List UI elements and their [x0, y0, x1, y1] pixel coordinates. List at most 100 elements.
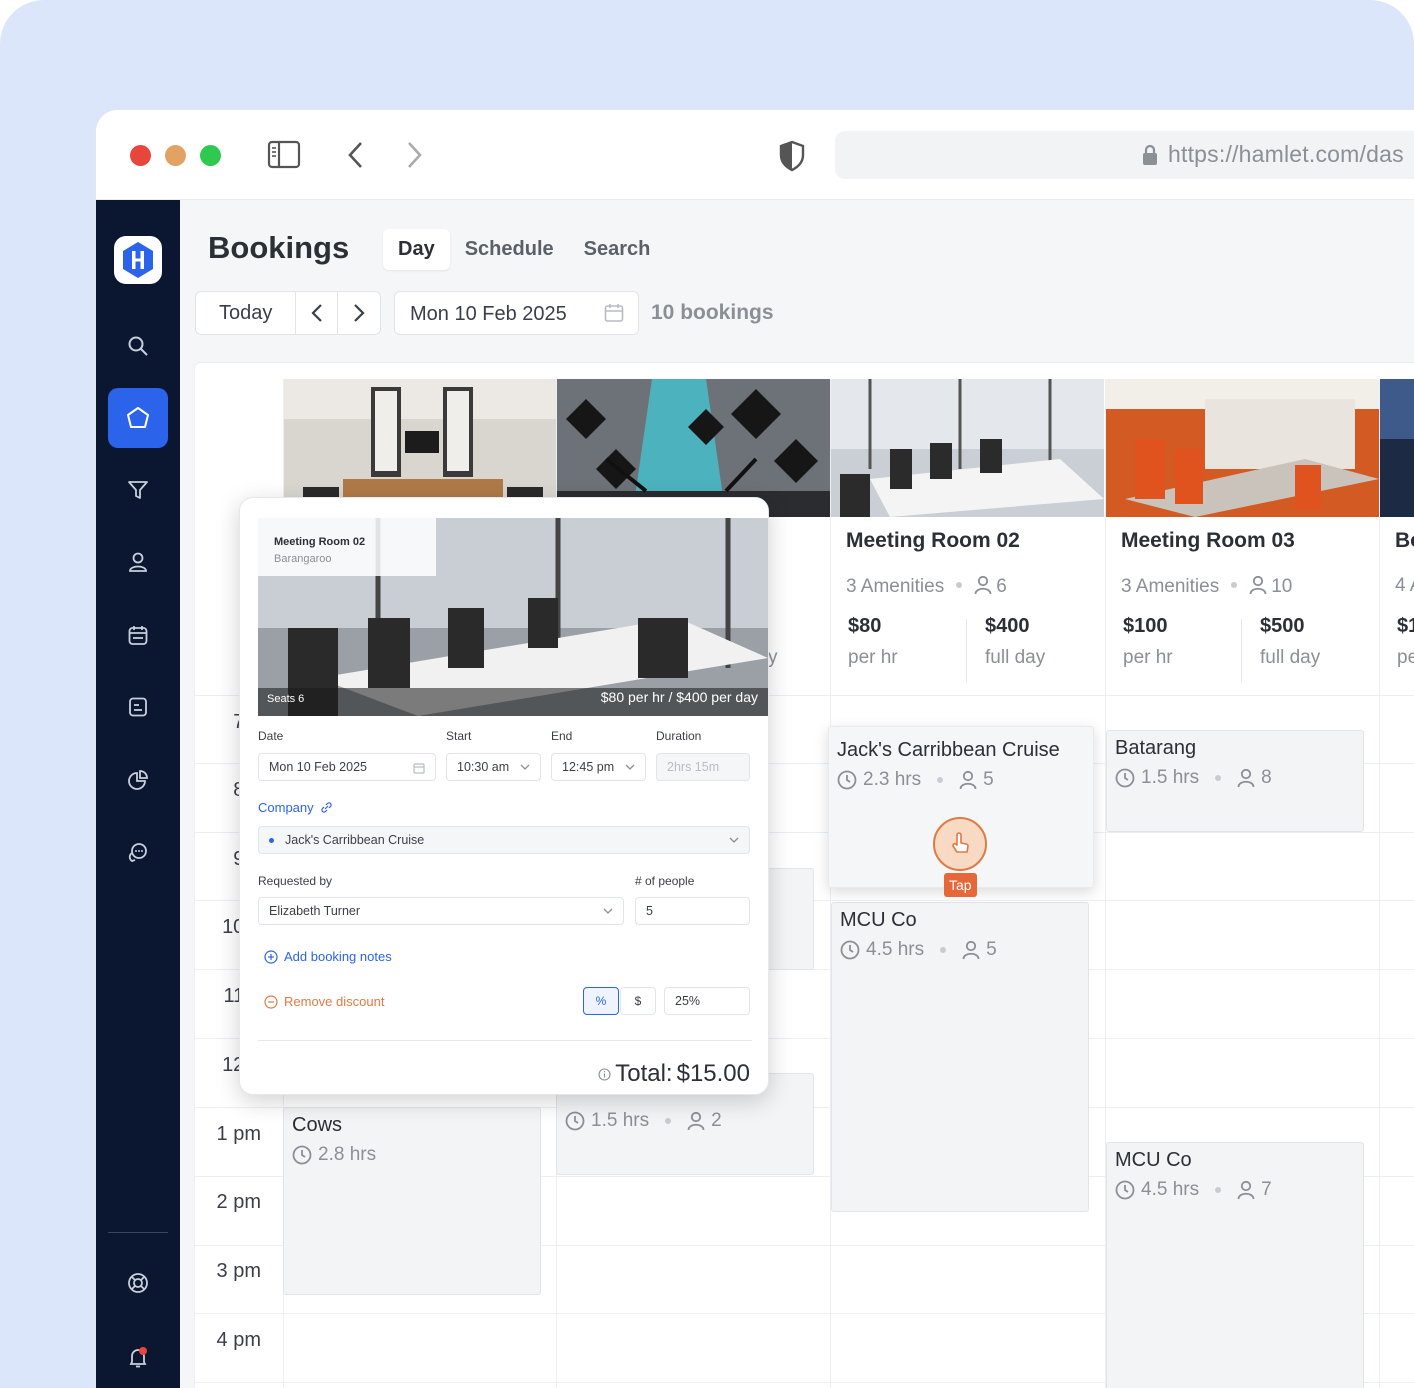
date-label: Date	[258, 729, 284, 743]
booking-name: Jack's Carribbean Cruise	[837, 739, 1060, 761]
users-nav[interactable]	[108, 532, 168, 592]
room-seats: 10	[1271, 576, 1293, 597]
pie-chart-icon	[128, 770, 148, 790]
booking-duration: 2.8 hrs	[318, 1144, 377, 1165]
room-caption: Meeting Room 02 Barangaroo	[258, 518, 436, 576]
hour-label: 3 pm	[216, 1260, 261, 1282]
end-time-select[interactable]: 12:45 pm	[551, 753, 646, 781]
discount-value-input[interactable]: 25%	[664, 987, 750, 1015]
hamlet-logo[interactable]	[114, 236, 162, 284]
maximize-window-button[interactable]	[200, 145, 221, 166]
booking-name: Batarang	[1115, 737, 1197, 759]
clock-icon	[837, 770, 857, 790]
close-window-button[interactable]	[130, 145, 151, 166]
hour-label: 4 pm	[216, 1329, 261, 1351]
sidebar-toggle-icon[interactable]	[267, 140, 301, 170]
url-text: https://hamlet.com/das	[1168, 141, 1404, 167]
total-value: $15.00	[676, 1060, 750, 1087]
end-time-value: 12:45 pm	[562, 760, 615, 774]
address-bar[interactable]: https://hamlet.com/das	[835, 131, 1414, 179]
booking-meta: 2.3 hrs 5	[837, 769, 994, 791]
discount-percent-toggle[interactable]: %	[583, 987, 619, 1015]
back-arrow-icon[interactable]	[346, 140, 366, 170]
booking-name: MCU Co	[1115, 1149, 1192, 1171]
requested-by-select[interactable]: Elizabeth Turner	[258, 897, 624, 925]
clock-icon	[565, 1111, 585, 1131]
room-column-4[interactable]: Bo 4 A $1 pe	[1379, 379, 1414, 699]
reports-nav[interactable]	[108, 750, 168, 810]
calendar-nav[interactable]	[108, 605, 168, 665]
filter-nav[interactable]	[108, 460, 168, 520]
booking-meta: 1.5 hrs 2	[565, 1110, 722, 1132]
popup-room-name: Meeting Room 02	[274, 536, 366, 548]
booking-card-cows[interactable]: Cows 2.8 hrs	[283, 1107, 541, 1295]
discount-dollar-toggle[interactable]: $	[620, 987, 656, 1015]
minimize-window-button[interactable]	[165, 145, 186, 166]
tab-schedule[interactable]: Schedule	[450, 229, 569, 270]
popup-price: $80 per hr / $400 per day	[600, 689, 758, 705]
total-label: Total:	[615, 1060, 673, 1087]
room-price-hourly-unit: per hr	[848, 647, 898, 668]
date-navigation: Today	[195, 291, 381, 335]
clock-icon	[1115, 1180, 1135, 1200]
user-icon	[129, 552, 147, 572]
company-select[interactable]: Jack's Carribbean Cruise	[258, 826, 750, 854]
date-picker-value: Mon 10 Feb 2025	[410, 303, 567, 325]
room-name: Bo	[1395, 529, 1414, 552]
booking-name: Cows	[292, 1114, 343, 1136]
start-label: Start	[446, 729, 472, 743]
tab-search[interactable]: Search	[569, 229, 666, 270]
people-count-input[interactable]: 5	[635, 897, 750, 925]
person-icon	[1237, 768, 1255, 788]
booking-duration: 1.5 hrs	[591, 1110, 650, 1131]
chevron-down-icon	[520, 764, 530, 770]
booking-people: 8	[1261, 767, 1272, 788]
room-amenities: 3 Amenities	[846, 576, 945, 597]
chevron-left-icon	[311, 304, 322, 322]
date-field[interactable]: Mon 10 Feb 2025	[258, 753, 436, 781]
clock-icon	[1115, 768, 1135, 788]
company-link[interactable]: Company	[258, 800, 333, 815]
forward-arrow-icon[interactable]	[404, 140, 424, 170]
person-icon	[1249, 575, 1267, 595]
remove-discount-button[interactable]: Remove discount	[264, 994, 384, 1009]
booking-people: 5	[986, 939, 997, 960]
today-button[interactable]: Today	[196, 292, 297, 334]
booking-name: MCU Co	[840, 909, 917, 931]
pointer-hand-icon	[952, 832, 969, 853]
next-day-button[interactable]	[338, 292, 380, 334]
documents-nav[interactable]	[108, 677, 168, 737]
room-photo	[1105, 379, 1379, 517]
search-nav[interactable]	[108, 316, 168, 376]
plus-circle-icon	[264, 949, 278, 964]
booking-total: Total: $15.00	[598, 1060, 750, 1088]
booking-card-mcu-co[interactable]: MCU Co 4.5 hrs 5	[831, 902, 1089, 1212]
home-nav[interactable]	[108, 388, 168, 448]
room-column-meeting-room-02[interactable]: Meeting Room 02 3 Amenities 6 $80 per hr …	[830, 379, 1104, 683]
remove-discount-label: Remove discount	[284, 994, 385, 1009]
minus-circle-icon	[264, 994, 278, 1009]
support-nav[interactable]	[108, 1253, 168, 1313]
calendar-icon	[413, 763, 425, 774]
booking-count: 10 bookings	[651, 301, 774, 324]
document-icon	[129, 697, 147, 717]
add-booking-notes-button[interactable]: Add booking notes	[264, 949, 392, 964]
duration-label: Duration	[656, 729, 702, 743]
person-icon	[1237, 1180, 1255, 1200]
prev-day-button[interactable]	[296, 292, 339, 334]
app-frame: https://hamlet.com/das Bookings Day Sche…	[0, 0, 1414, 1388]
room-name: Meeting Room 02	[846, 529, 1020, 552]
booking-people: 7	[1261, 1179, 1272, 1200]
booking-card-batarang[interactable]: Batarang 1.5 hrs 8	[1106, 730, 1364, 832]
chevron-down-icon	[603, 908, 613, 914]
messages-nav[interactable]	[108, 822, 168, 882]
shield-icon[interactable]	[779, 140, 805, 172]
date-picker[interactable]: Mon 10 Feb 2025	[394, 291, 639, 335]
room-column-meeting-room-03[interactable]: Meeting Room 03 3 Amenities 10 $100 per h…	[1105, 379, 1379, 683]
booking-card-mcu-co-2[interactable]: MCU Co 4.5 hrs 7	[1106, 1142, 1364, 1388]
start-time-select[interactable]: 10:30 am	[446, 753, 541, 781]
booking-duration: 4.5 hrs	[866, 939, 925, 960]
calendar-icon	[128, 626, 148, 645]
tab-day[interactable]: Day	[383, 229, 450, 270]
notifications-nav[interactable]	[108, 1327, 168, 1387]
